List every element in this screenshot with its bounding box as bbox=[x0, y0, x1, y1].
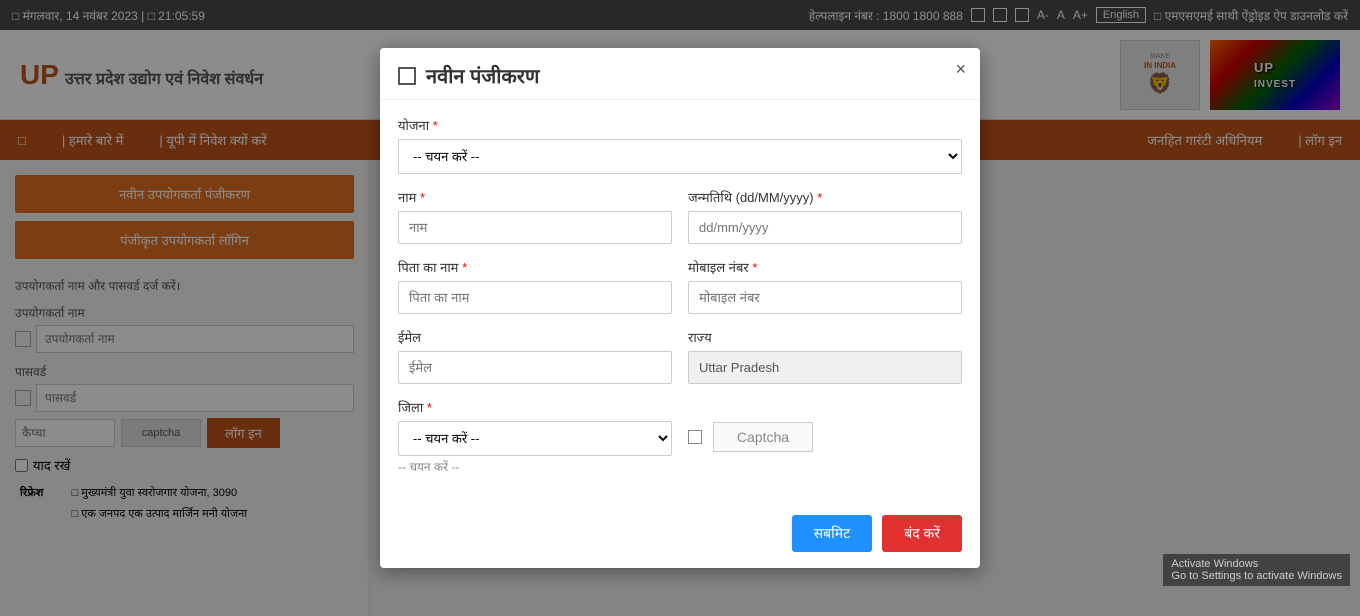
modal-body: योजना * -- चयन करें -- नाम * जन्मतिथि (d… bbox=[380, 100, 980, 505]
modal-overlay: नवीन पंजीकरण × योजना * -- चयन करें -- ना… bbox=[0, 0, 1360, 616]
yojana-label: योजना * bbox=[398, 116, 962, 134]
district-group: जिला * -- चयन करें -- -- चयन करें -- bbox=[398, 398, 672, 475]
name-input[interactable] bbox=[398, 211, 672, 244]
captcha-group: □ Captcha bbox=[688, 398, 962, 475]
captcha-display: Captcha bbox=[713, 422, 813, 452]
district-captcha-row: जिला * -- चयन करें -- -- चयन करें -- □ C… bbox=[398, 398, 962, 475]
state-label: राज्य bbox=[688, 328, 962, 346]
email-group: ईमेल bbox=[398, 328, 672, 384]
email-label: ईमेल bbox=[398, 328, 672, 346]
district-label: जिला * bbox=[398, 398, 672, 416]
yojana-select[interactable]: -- चयन करें -- bbox=[398, 139, 962, 174]
modal-close-x-btn[interactable]: × bbox=[955, 60, 966, 78]
mobile-input[interactable] bbox=[688, 281, 962, 314]
email-state-row: ईमेल राज्य Uttar Pradesh bbox=[398, 328, 962, 384]
mobile-group: मोबाइल नंबर * bbox=[688, 258, 962, 314]
father-input[interactable] bbox=[398, 281, 672, 314]
mobile-label: मोबाइल नंबर * bbox=[688, 258, 962, 276]
father-label: पिता का नाम * bbox=[398, 258, 672, 276]
district-select[interactable]: -- चयन करें -- bbox=[398, 421, 672, 456]
modal-footer: सबमिट बंद करें bbox=[380, 505, 980, 568]
state-value: Uttar Pradesh bbox=[688, 351, 962, 384]
father-mobile-row: पिता का नाम * मोबाइल नंबर * bbox=[398, 258, 962, 314]
registration-modal: नवीन पंजीकरण × योजना * -- चयन करें -- ना… bbox=[380, 48, 980, 568]
modal-close-btn[interactable]: बंद करें bbox=[882, 515, 962, 552]
submit-btn[interactable]: सबमिट bbox=[792, 515, 873, 552]
name-label: नाम * bbox=[398, 188, 672, 206]
dob-label: जन्मतिथि (dd/MM/yyyy) * bbox=[688, 188, 962, 206]
name-group: नाम * bbox=[398, 188, 672, 244]
modal-header: नवीन पंजीकरण × bbox=[380, 48, 980, 100]
dob-input[interactable] bbox=[688, 211, 962, 244]
father-group: पिता का नाम * bbox=[398, 258, 672, 314]
state-group: राज्य Uttar Pradesh bbox=[688, 328, 962, 384]
modal-header-icon bbox=[398, 67, 416, 85]
dob-group: जन्मतिथि (dd/MM/yyyy) * bbox=[688, 188, 962, 244]
captcha-checkbox-icon bbox=[688, 430, 702, 444]
modal-title: नवीन पंजीकरण bbox=[426, 62, 539, 89]
yojana-group: योजना * -- चयन करें -- bbox=[398, 116, 962, 174]
dropdown-hint: -- चयन करें -- bbox=[398, 458, 672, 475]
activate-windows-notice: Activate Windows Go to Settings to activ… bbox=[1163, 554, 1350, 586]
email-input[interactable] bbox=[398, 351, 672, 384]
name-dob-row: नाम * जन्मतिथि (dd/MM/yyyy) * bbox=[398, 188, 962, 244]
